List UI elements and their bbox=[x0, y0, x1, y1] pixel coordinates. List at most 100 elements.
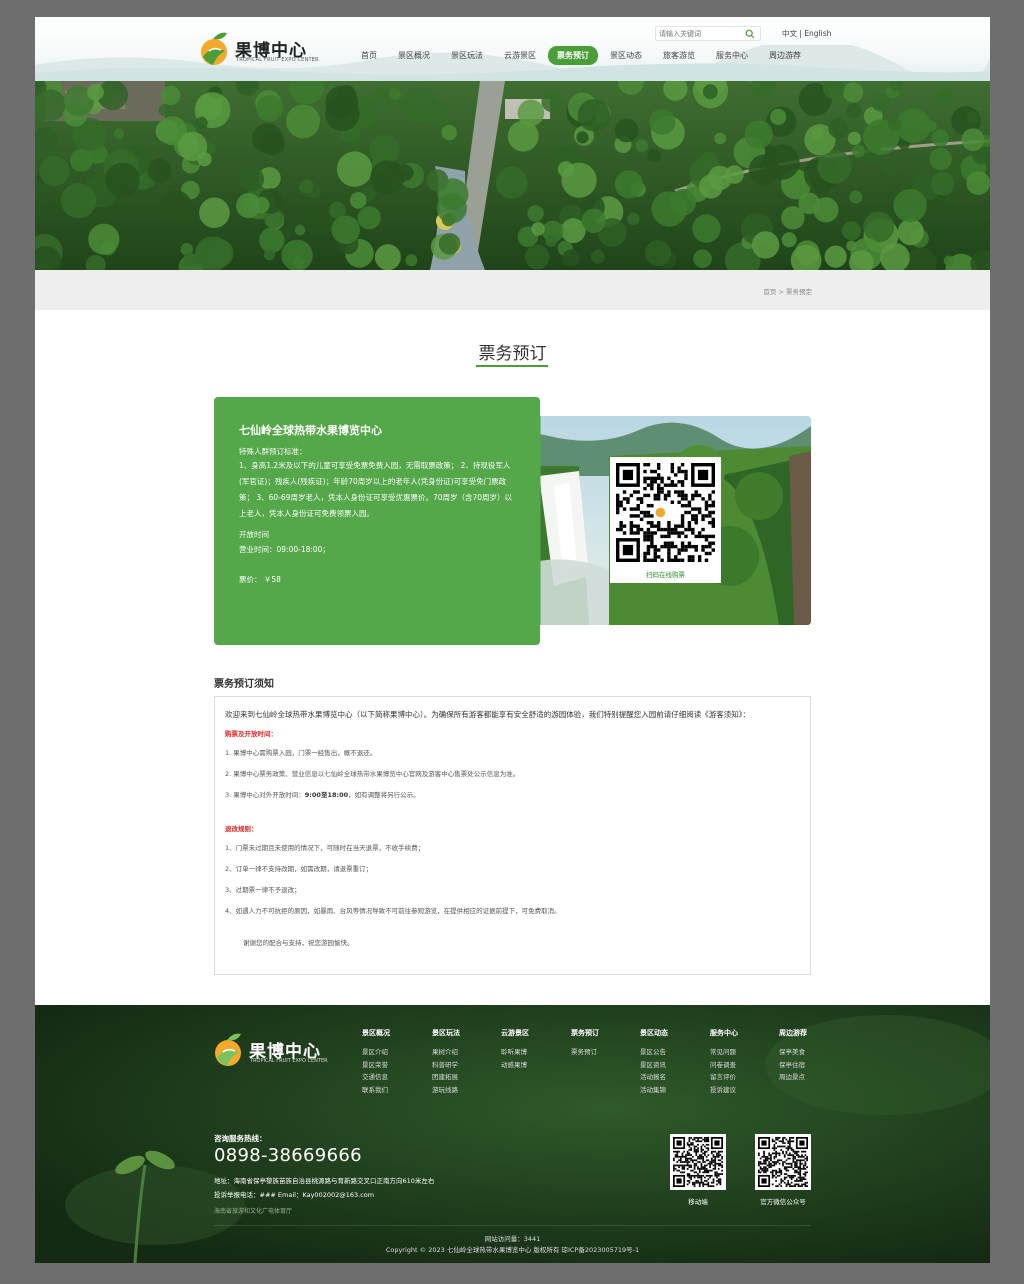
notice-item: 1、门票未过期且未使用的情况下，可随时在当天退票，不收手续费； bbox=[225, 844, 425, 852]
language-switch: 中文 | English bbox=[782, 28, 831, 39]
nav-ticket-booking[interactable]: 票务预订 bbox=[548, 46, 598, 65]
footer-logo-en: TROPICAL FRUIT EXPO CENTER bbox=[250, 1058, 328, 1064]
lang-separator: | bbox=[799, 29, 802, 38]
logo-mark-icon bbox=[215, 1033, 241, 1066]
ticket-policy-text: 1、身高1.2米及以下的儿童可享受免票免费入园，无需取票政策； 2、持现役军人(… bbox=[239, 461, 513, 518]
notice-item: 3. 果博中心对外开放时间：9:00至18:00，如有调整将另行公示。 bbox=[225, 791, 800, 799]
mobile-qr[interactable] bbox=[670, 1134, 726, 1190]
search-input[interactable] bbox=[656, 27, 742, 40]
footer-col-tickets: 票务预订 票务预订 bbox=[571, 1028, 633, 1059]
title-underline bbox=[476, 365, 548, 367]
nav-home[interactable]: 首页 bbox=[352, 46, 386, 65]
site-logo[interactable]: 果博中心 TROPICAL FRUIT EXPO CENTER bbox=[199, 29, 319, 69]
footer-link[interactable]: 投诉建议 bbox=[710, 1084, 772, 1097]
footer-divider bbox=[214, 1225, 811, 1226]
breadcrumb-current: 票务预定 bbox=[786, 288, 812, 296]
notice-title: 票务预订须知 bbox=[214, 679, 274, 690]
footer-col-head[interactable]: 景区动态 bbox=[640, 1028, 702, 1038]
visit-counter: 网站访问量：3441 bbox=[484, 1235, 541, 1243]
notice-section-title: 购票及开放时间： bbox=[225, 730, 277, 738]
nav-virtual-tour[interactable]: 云游景区 bbox=[495, 46, 545, 65]
footer-link[interactable]: 科普研学 bbox=[432, 1059, 494, 1072]
footer-link[interactable]: 景区荣誉 bbox=[362, 1059, 424, 1072]
breadcrumb-separator: > bbox=[778, 288, 784, 296]
notice-item: 3、过期票一律不予退改； bbox=[225, 886, 301, 894]
footer-authority[interactable]: 海南省旅游和文化广电体育厅 bbox=[214, 1206, 292, 1215]
notice-section-title: 退改规则： bbox=[225, 825, 258, 833]
logo-text-en: TROPICAL FRUIT EXPO CENTER bbox=[236, 57, 319, 63]
footer-col-head[interactable]: 景区概况 bbox=[362, 1028, 424, 1038]
qr-code-icon bbox=[758, 1137, 808, 1187]
ticket-policy-label: 特殊人群预订标准： bbox=[239, 447, 307, 456]
qr-code-icon bbox=[616, 463, 715, 562]
footer-link[interactable]: 问卷调查 bbox=[710, 1059, 772, 1072]
footer-col-head[interactable]: 票务预订 bbox=[571, 1028, 633, 1038]
footer-address: 地址：海南省保亭黎族苗族自治县桃源路与育新路交叉口正南方向610米左右 bbox=[214, 1177, 435, 1185]
copyright: Copyright © 2023 七仙岭全球热带水果博览中心 版权所有 琼ICP… bbox=[385, 1246, 640, 1254]
notice-item: 1. 果博中心需购票入园，门票一经售出，概不退还。 bbox=[225, 749, 377, 757]
hero-banner bbox=[35, 81, 990, 270]
hotline-number[interactable]: 0898-38669666 bbox=[214, 1145, 362, 1166]
footer-col-head[interactable]: 景区玩法 bbox=[432, 1028, 494, 1038]
ticket-price: 票价： ￥58 bbox=[239, 575, 281, 584]
footer-link[interactable]: 果树介绍 bbox=[432, 1046, 494, 1059]
footer-link[interactable]: 活动集锦 bbox=[640, 1084, 702, 1097]
footer-link[interactable]: 游玩线路 bbox=[432, 1084, 494, 1097]
notice-box: 欢迎来到七仙岭全球热带水果博览中心（以下简称果博中心）。为确保所有游客都能享有安… bbox=[214, 696, 811, 975]
footer-col-head[interactable]: 服务中心 bbox=[710, 1028, 772, 1038]
ticket-qr-panel[interactable]: 扫码在线购票 bbox=[610, 457, 721, 583]
footer-link[interactable]: 保亭美食 bbox=[779, 1046, 841, 1059]
notice-item-text: ，如有调整将另行公示。 bbox=[348, 791, 420, 799]
footer-link[interactable]: 活动报名 bbox=[640, 1071, 702, 1084]
hotline-label: 咨询服务热线： bbox=[214, 1134, 267, 1143]
footer-contact[interactable]: 投诉举报电话：### Email：Kay002002@163.com bbox=[214, 1189, 374, 1199]
nav-visitor-guide[interactable]: 旅客游览 bbox=[654, 46, 704, 65]
footer-link[interactable]: 保亭住宿 bbox=[779, 1059, 841, 1072]
nav-overview[interactable]: 景区概况 bbox=[389, 46, 439, 65]
footer-col-head[interactable]: 云游景区 bbox=[501, 1028, 563, 1038]
notice-intro: 欢迎来到七仙岭全球热带水果博览中心（以下简称果博中心）。为确保所有游客都能享有安… bbox=[225, 710, 750, 719]
footer-link[interactable]: 景区公告 bbox=[640, 1046, 702, 1059]
opening-hours-label: 开放时间 bbox=[239, 530, 269, 539]
wechat-qr[interactable] bbox=[755, 1134, 811, 1190]
opening-hours: 营业时间：09:00-18:00； bbox=[239, 545, 330, 554]
footer-link[interactable]: 景区介绍 bbox=[362, 1046, 424, 1059]
ticket-info-card: 七仙岭全球热带水果博览中心 特殊人群预订标准： 1、身高1.2米及以下的儿童可享… bbox=[214, 397, 540, 645]
footer-link[interactable]: 交通信息 bbox=[362, 1071, 424, 1084]
footer-link[interactable]: 票务预订 bbox=[571, 1046, 633, 1059]
footer-link[interactable]: 联系我们 bbox=[362, 1084, 424, 1097]
main-nav: 首页 景区概况 景区玩法 云游景区 票务预订 景区动态 旅客游览 服务中心 周边… bbox=[352, 46, 813, 65]
breadcrumb-home[interactable]: 首页 bbox=[763, 288, 776, 296]
nav-news[interactable]: 景区动态 bbox=[601, 46, 651, 65]
mobile-qr-caption: 移动端 bbox=[688, 1198, 708, 1206]
footer-link[interactable]: 常见问题 bbox=[710, 1046, 772, 1059]
site-header: 果博中心 TROPICAL FRUIT EXPO CENTER 中文 | Eng… bbox=[35, 17, 990, 81]
notice-item: 2、订单一律不支持改期，如需改期，请退票重订； bbox=[225, 865, 373, 873]
wechat-qr-caption: 官方微信公众号 bbox=[760, 1198, 806, 1206]
footer-link[interactable]: 周边景点 bbox=[779, 1071, 841, 1084]
footer-col-virtual-tour: 云游景区 聆听果博 动感果博 bbox=[501, 1028, 563, 1071]
search-icon[interactable] bbox=[745, 29, 755, 39]
footer-link[interactable]: 动感果博 bbox=[501, 1059, 563, 1072]
notice-item: 2. 果博中心票务政策、营业信息以七仙岭全球热带水果博览中心官网及游客中心售票处… bbox=[225, 770, 520, 778]
footer-link[interactable]: 留言评价 bbox=[710, 1071, 772, 1084]
footer-link[interactable]: 景区资讯 bbox=[640, 1059, 702, 1072]
footer-link[interactable]: 团建拓展 bbox=[432, 1071, 494, 1084]
nav-service-center[interactable]: 服务中心 bbox=[707, 46, 757, 65]
site-footer: 果博中心 TROPICAL FRUIT EXPO CENTER 景区概况 景区介… bbox=[35, 1005, 990, 1263]
footer-logo[interactable]: 果博中心 TROPICAL FRUIT EXPO CENTER bbox=[213, 1030, 328, 1070]
footer-col-service: 服务中心 常见问题 问卷调查 留言评价 投诉建议 bbox=[710, 1028, 772, 1096]
footer-link[interactable]: 聆听果博 bbox=[501, 1046, 563, 1059]
footer-col-head[interactable]: 周边游荐 bbox=[779, 1028, 841, 1038]
breadcrumb-bar: 首页 > 票务预定 bbox=[35, 270, 990, 310]
nav-nearby[interactable]: 周边游荐 bbox=[760, 46, 810, 65]
notice-item-text: 3. 果博中心对外开放时间： bbox=[225, 791, 305, 799]
notice-item: 4、如遇人力不可抗拒的原因，如暴雨、台风等情况导致不可前往参观游览，在提供相应的… bbox=[225, 907, 561, 915]
footer-col-news: 景区动态 景区公告 景区资讯 活动报名 活动集锦 bbox=[640, 1028, 702, 1096]
ticket-venue-name: 七仙岭全球热带水果博览中心 bbox=[239, 424, 382, 437]
search-box bbox=[655, 26, 761, 41]
lang-cn-link[interactable]: 中文 bbox=[782, 29, 797, 38]
breadcrumb: 首页 > 票务预定 bbox=[763, 286, 812, 296]
nav-activities[interactable]: 景区玩法 bbox=[442, 46, 492, 65]
lang-en-link[interactable]: English bbox=[804, 29, 831, 38]
